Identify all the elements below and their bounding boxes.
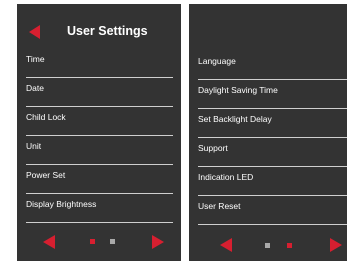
menu-item-language[interactable]: Language xyxy=(198,51,347,80)
settings-screen-page-1: User Settings Time Date Child Lock Unit … xyxy=(17,4,181,261)
page-dot-inactive xyxy=(265,243,270,248)
previous-page-icon[interactable] xyxy=(220,238,232,252)
menu-item-user-reset[interactable]: User Reset xyxy=(198,196,347,225)
menu-item-unit[interactable]: Unit xyxy=(26,136,173,165)
back-arrow-icon[interactable] xyxy=(29,25,40,39)
menu-item-label: Child Lock xyxy=(26,112,66,122)
page-dot-active xyxy=(287,243,292,248)
menu-item-time[interactable]: Time xyxy=(26,49,173,78)
header: User Settings xyxy=(17,4,181,40)
page-dot-active xyxy=(90,239,95,244)
page-title: User Settings xyxy=(67,24,148,38)
menu-item-power-set[interactable]: Power Set xyxy=(26,165,173,194)
previous-page-icon[interactable] xyxy=(43,235,55,249)
menu-item-label: Unit xyxy=(26,141,42,151)
menu-item-daylight-saving-time[interactable]: Daylight Saving Time xyxy=(198,80,347,109)
next-page-icon[interactable] xyxy=(152,235,164,249)
menu-item-label: Language xyxy=(198,56,236,66)
page-dot-inactive xyxy=(110,239,115,244)
menu-item-label: Date xyxy=(26,83,44,93)
menu-item-label: Set Backlight Delay xyxy=(198,114,272,124)
menu-item-support[interactable]: Support xyxy=(198,138,347,167)
menu-item-date[interactable]: Date xyxy=(26,78,173,107)
menu-item-indication-led[interactable]: Indication LED xyxy=(198,167,347,196)
menu-item-child-lock[interactable]: Child Lock xyxy=(26,107,173,136)
menu-item-display-brightness[interactable]: Display Brightness xyxy=(26,194,173,223)
menu-item-set-backlight-delay[interactable]: Set Backlight Delay xyxy=(198,109,347,138)
menu-item-label: User Reset xyxy=(198,201,241,211)
settings-screen-page-2: Language Daylight Saving Time Set Backli… xyxy=(189,4,347,261)
next-page-icon[interactable] xyxy=(330,238,342,252)
menu-item-label: Daylight Saving Time xyxy=(198,85,278,95)
menu-item-label: Display Brightness xyxy=(26,199,97,209)
menu-item-label: Indication LED xyxy=(198,172,254,182)
menu-item-label: Power Set xyxy=(26,170,66,180)
menu-item-label: Time xyxy=(26,54,45,64)
page: User Settings Time Date Child Lock Unit … xyxy=(0,0,347,263)
menu-item-label: Support xyxy=(198,143,228,153)
